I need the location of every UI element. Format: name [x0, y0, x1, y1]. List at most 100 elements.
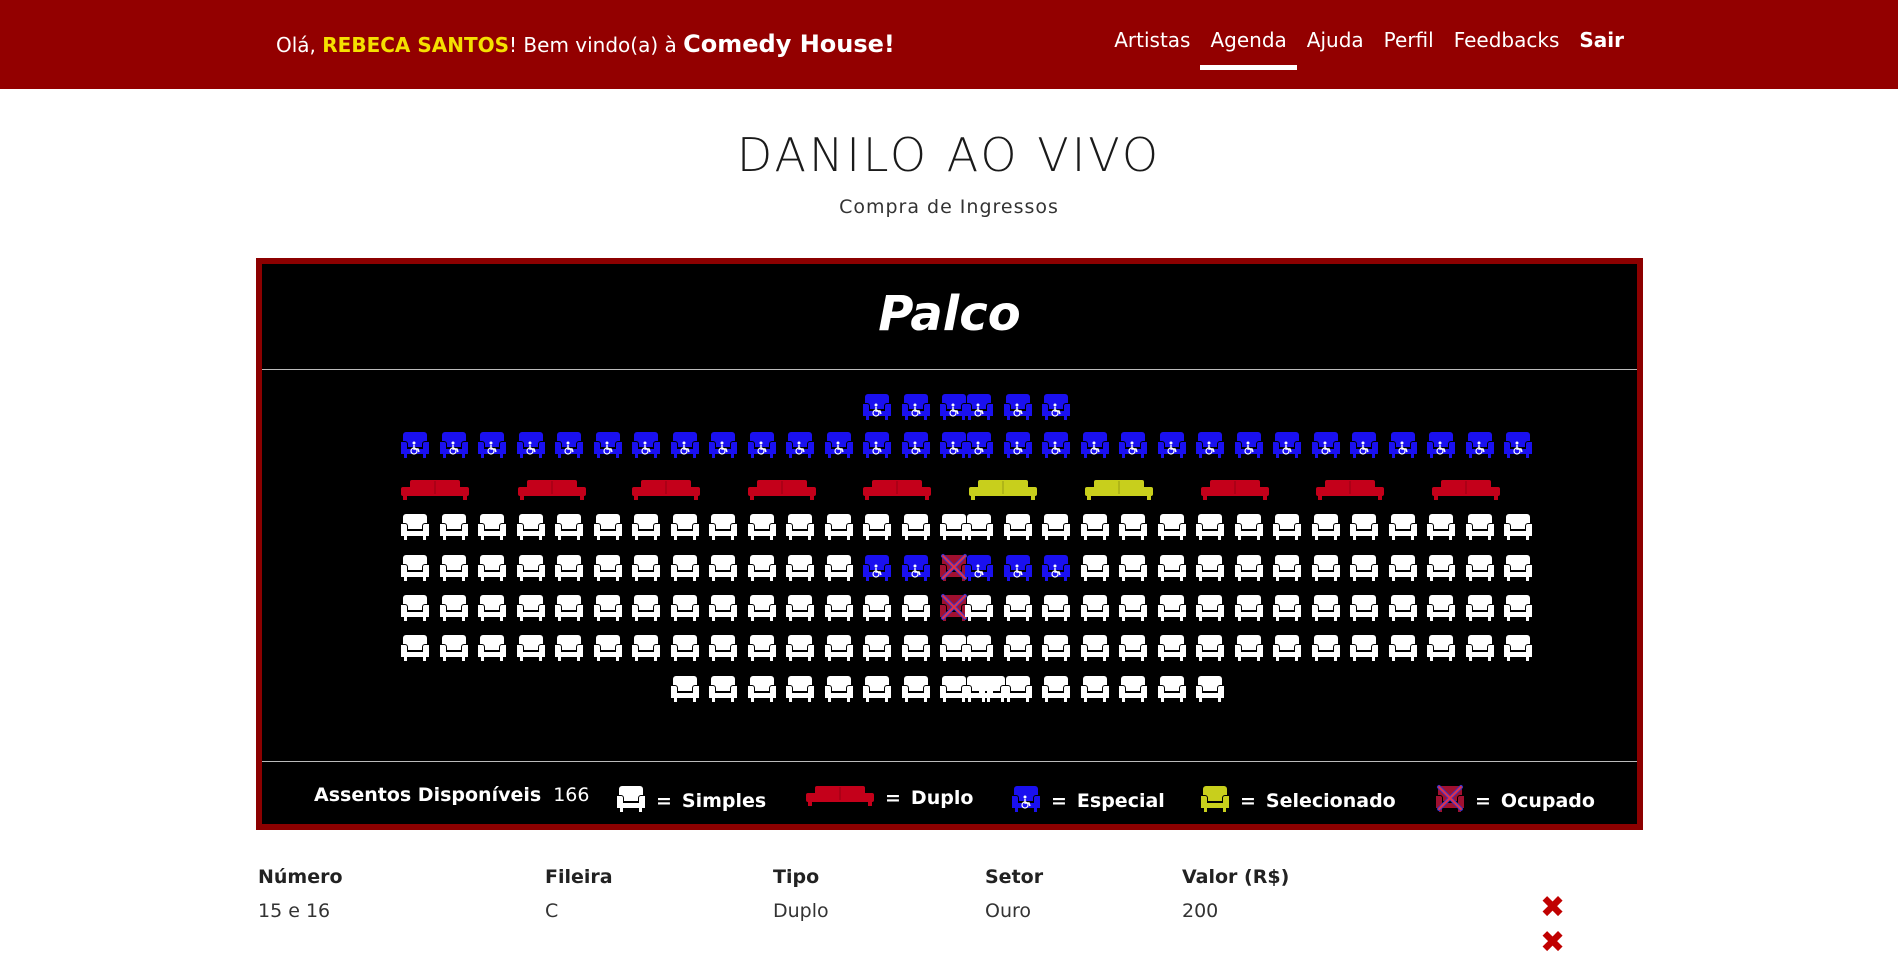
special-seat[interactable]: [516, 430, 546, 462]
simple-seat[interactable]: [862, 674, 892, 706]
simple-seat[interactable]: [1080, 674, 1110, 706]
simple-seat[interactable]: [400, 553, 430, 585]
remove-seat-button-2[interactable]: ✖: [1540, 928, 1565, 958]
special-seat[interactable]: [1349, 430, 1379, 462]
special-seat[interactable]: [1234, 430, 1264, 462]
simple-seat[interactable]: [631, 633, 661, 665]
simple-seat[interactable]: [593, 633, 623, 665]
simple-seat[interactable]: [1041, 512, 1071, 544]
double-seat[interactable]: [517, 478, 587, 504]
special-seat[interactable]: [901, 392, 931, 424]
simple-seat[interactable]: [1157, 553, 1187, 585]
special-seat[interactable]: [708, 430, 738, 462]
double-seat[interactable]: [400, 478, 470, 504]
simple-seat[interactable]: [1003, 512, 1033, 544]
remove-seat-button[interactable]: ✖: [1540, 893, 1565, 923]
simple-seat[interactable]: [1080, 553, 1110, 585]
simple-seat[interactable]: [1118, 674, 1148, 706]
simple-seat[interactable]: [670, 553, 700, 585]
simple-seat[interactable]: [747, 512, 777, 544]
nav-artistas[interactable]: Artistas: [1104, 28, 1200, 52]
simple-seat[interactable]: [593, 512, 623, 544]
simple-seat[interactable]: [516, 593, 546, 625]
simple-seat[interactable]: [901, 512, 931, 544]
simple-seat[interactable]: [593, 553, 623, 585]
special-seat[interactable]: [670, 430, 700, 462]
simple-seat[interactable]: [964, 633, 994, 665]
simple-seat[interactable]: [1388, 512, 1418, 544]
special-seat[interactable]: [1080, 430, 1110, 462]
simple-seat[interactable]: [1118, 633, 1148, 665]
special-seat[interactable]: [554, 430, 584, 462]
special-seat[interactable]: [824, 430, 854, 462]
nav-ajuda[interactable]: Ajuda: [1297, 28, 1374, 52]
simple-seat[interactable]: [1234, 512, 1264, 544]
simple-seat[interactable]: [1157, 674, 1187, 706]
simple-seat[interactable]: [670, 633, 700, 665]
special-seat[interactable]: [1503, 430, 1533, 462]
special-seat[interactable]: [593, 430, 623, 462]
simple-seat[interactable]: [1272, 593, 1302, 625]
special-seat[interactable]: [901, 553, 931, 585]
simple-seat[interactable]: [1349, 512, 1379, 544]
simple-seat[interactable]: [747, 553, 777, 585]
special-seat[interactable]: [964, 430, 994, 462]
simple-seat[interactable]: [439, 512, 469, 544]
simple-seat[interactable]: [400, 633, 430, 665]
special-seat[interactable]: [1272, 430, 1302, 462]
simple-seat[interactable]: [708, 674, 738, 706]
simple-seat[interactable]: [1118, 553, 1148, 585]
simple-seat[interactable]: [1272, 633, 1302, 665]
simple-seat[interactable]: [439, 633, 469, 665]
simple-seat[interactable]: [862, 633, 892, 665]
simple-seat[interactable]: [439, 593, 469, 625]
double-seat[interactable]: [1431, 478, 1501, 504]
simple-seat[interactable]: [1234, 593, 1264, 625]
simple-seat[interactable]: [824, 553, 854, 585]
special-seat[interactable]: [1157, 430, 1187, 462]
simple-seat[interactable]: [862, 593, 892, 625]
simple-seat[interactable]: [554, 633, 584, 665]
simple-seat[interactable]: [516, 633, 546, 665]
simple-seat[interactable]: [785, 593, 815, 625]
simple-seat[interactable]: [964, 674, 994, 706]
special-seat[interactable]: [1311, 430, 1341, 462]
simple-seat[interactable]: [708, 512, 738, 544]
nav-agenda[interactable]: Agenda: [1200, 28, 1298, 70]
special-seat[interactable]: [1041, 553, 1071, 585]
simple-seat[interactable]: [400, 512, 430, 544]
simple-seat[interactable]: [1465, 633, 1495, 665]
simple-seat[interactable]: [1118, 593, 1148, 625]
special-seat[interactable]: [1003, 553, 1033, 585]
simple-seat[interactable]: [1195, 553, 1225, 585]
simple-seat[interactable]: [1041, 593, 1071, 625]
simple-seat[interactable]: [1003, 593, 1033, 625]
simple-seat[interactable]: [747, 674, 777, 706]
simple-seat[interactable]: [1195, 512, 1225, 544]
special-seat[interactable]: [901, 430, 931, 462]
simple-seat[interactable]: [516, 553, 546, 585]
special-seat[interactable]: [747, 430, 777, 462]
simple-seat[interactable]: [1311, 512, 1341, 544]
simple-seat[interactable]: [1311, 593, 1341, 625]
simple-seat[interactable]: [439, 553, 469, 585]
simple-seat[interactable]: [824, 633, 854, 665]
simple-seat[interactable]: [1426, 633, 1456, 665]
double-seat-selected[interactable]: [1084, 478, 1154, 504]
simple-seat[interactable]: [477, 633, 507, 665]
simple-seat[interactable]: [1349, 593, 1379, 625]
simple-seat[interactable]: [1503, 593, 1533, 625]
special-seat[interactable]: [1388, 430, 1418, 462]
simple-seat[interactable]: [477, 593, 507, 625]
double-seat[interactable]: [1315, 478, 1385, 504]
simple-seat[interactable]: [1272, 512, 1302, 544]
special-seat[interactable]: [785, 430, 815, 462]
special-seat[interactable]: [1465, 430, 1495, 462]
special-seat[interactable]: [862, 392, 892, 424]
simple-seat[interactable]: [785, 553, 815, 585]
simple-seat[interactable]: [554, 553, 584, 585]
simple-seat[interactable]: [516, 512, 546, 544]
special-seat[interactable]: [477, 430, 507, 462]
simple-seat[interactable]: [1349, 633, 1379, 665]
simple-seat[interactable]: [901, 593, 931, 625]
